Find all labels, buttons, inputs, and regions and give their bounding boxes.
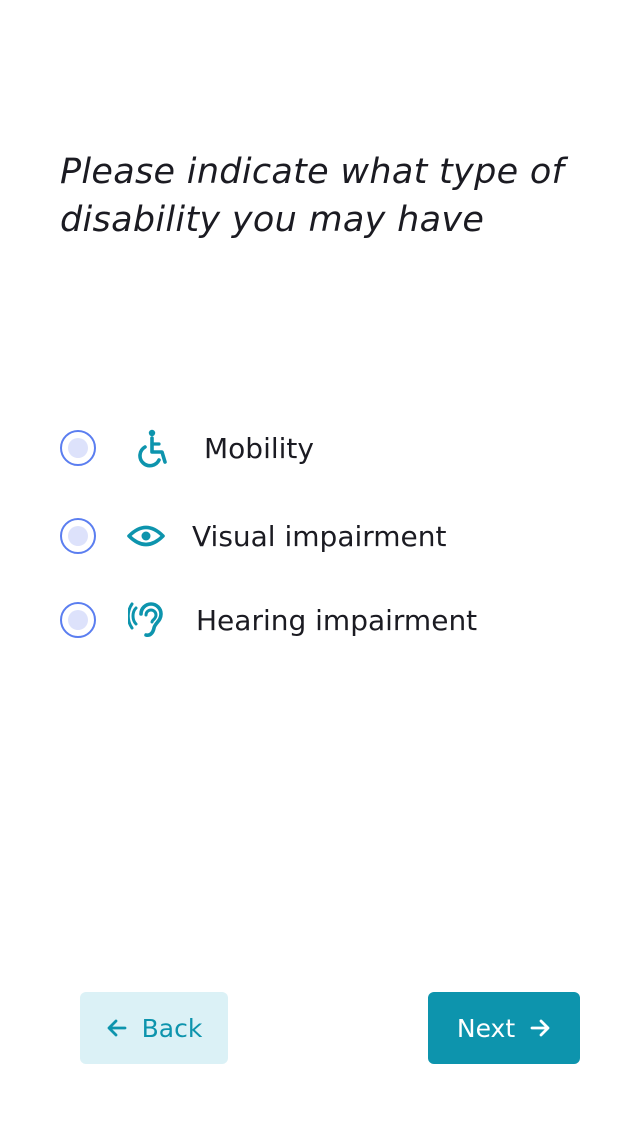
ear-icon <box>128 602 163 637</box>
option-label: Mobility <box>204 432 314 465</box>
option-mobility[interactable]: Mobility <box>60 428 580 472</box>
hearing-radio[interactable] <box>60 602 96 638</box>
arrow-right-icon <box>530 1019 550 1037</box>
visual-radio[interactable] <box>60 518 96 554</box>
next-button-label: Next <box>456 1013 516 1043</box>
arrow-left-icon <box>107 1019 127 1037</box>
next-button[interactable]: Next <box>428 992 580 1064</box>
option-label: Visual impairment <box>192 520 447 553</box>
option-hearing-impairment[interactable]: Hearing impairment <box>60 600 580 644</box>
radio-dot <box>68 526 88 546</box>
eye-icon <box>127 525 165 547</box>
mobility-radio[interactable] <box>60 430 96 466</box>
radio-dot <box>68 438 88 458</box>
option-label: Hearing impairment <box>196 604 478 637</box>
page-title: Please indicate what type of disability … <box>60 152 565 240</box>
back-button[interactable]: Back <box>80 992 228 1064</box>
option-visual-impairment[interactable]: Visual impairment <box>60 516 580 560</box>
wheelchair-icon <box>138 429 167 468</box>
back-button-label: Back <box>141 1013 203 1043</box>
radio-dot <box>68 610 88 630</box>
